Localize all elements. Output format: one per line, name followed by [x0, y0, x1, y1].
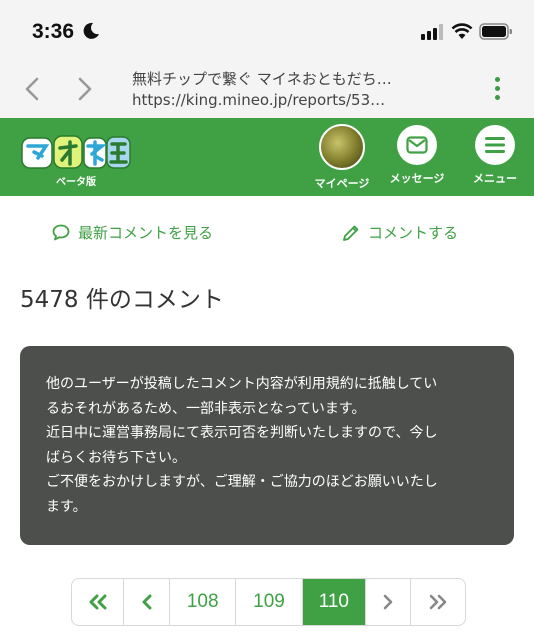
back-arrow-icon[interactable]	[22, 76, 42, 102]
pencil-icon	[343, 225, 359, 241]
browser-url[interactable]: https://king.mineo.jp/reports/53…	[132, 91, 385, 109]
more-options-icon[interactable]	[488, 75, 506, 103]
page-button-108[interactable]: 108	[170, 579, 237, 625]
double-chevron-right-icon	[429, 594, 447, 610]
browser-bar: 無料チップで繋ぐ マイネおともだち… https://king.mineo.jp…	[0, 62, 534, 118]
notice-line: 近日中に運営事務局にて表示可否を判断いたしますので、今し	[46, 425, 438, 441]
previous-page-button[interactable]	[124, 579, 171, 625]
battery-icon	[479, 23, 512, 40]
first-page-button[interactable]	[72, 579, 125, 625]
forward-arrow-icon[interactable]	[75, 76, 95, 102]
pagination: 108 109 110	[71, 578, 466, 626]
mypage-button[interactable]: マイページ	[311, 124, 373, 191]
notice-line: るおそれがあるため、一部非表示となっています。	[46, 400, 366, 417]
wifi-icon	[451, 23, 473, 39]
notice-line: ばらくお待ち下さい。	[46, 449, 186, 466]
notice-line: ご不便をおかけしますが、ご理解・ご協力のほどお願いいたし	[46, 474, 438, 490]
page-button-current[interactable]: 110	[302, 579, 367, 625]
beta-label: ベータ版	[56, 177, 96, 188]
speech-bubble-icon	[52, 224, 70, 241]
comment-count-heading: 5478 件のコメント	[20, 287, 224, 313]
hidden-comment-notice: 他のユーザーが投稿したコメント内容が利用規約に抵触してい るおそれがあるため、一…	[20, 346, 514, 545]
avatar	[319, 124, 365, 170]
cellular-signal-icon	[421, 24, 443, 40]
page-button-109[interactable]: 109	[236, 579, 303, 625]
moon-icon	[83, 22, 99, 39]
latest-comments-link[interactable]: 最新コメントを見る	[52, 222, 213, 243]
write-comment-link[interactable]: コメントする	[342, 222, 458, 243]
status-bar: 3:36	[0, 0, 534, 62]
mypage-label: マイページ	[314, 177, 370, 190]
menu-icon-circle	[475, 125, 515, 165]
mineo-king-logo	[21, 135, 131, 169]
notice-line: ます。	[46, 498, 87, 515]
last-page-button[interactable]	[411, 579, 465, 625]
chevron-right-icon	[383, 594, 393, 610]
browser-page-title[interactable]: 無料チップで繋ぐ マイネおともだち…	[132, 68, 392, 89]
status-time: 3:36	[32, 20, 75, 43]
menu-button[interactable]: メニュー	[465, 124, 525, 186]
envelope-icon	[406, 136, 428, 154]
latest-comments-label: 最新コメントを見る	[78, 224, 214, 242]
chevron-left-icon	[142, 594, 152, 610]
message-icon-circle	[397, 125, 437, 165]
message-button[interactable]: メッセージ	[385, 124, 449, 186]
comment-actions: 最新コメントを見る コメントする	[0, 218, 534, 250]
hamburger-icon	[485, 137, 505, 153]
menu-label: メニュー	[473, 172, 517, 185]
site-header: ベータ版 マイページ メッセージ メニュー	[0, 118, 534, 196]
notice-line: 他のユーザーが投稿したコメント内容が利用規約に抵触してい	[46, 376, 438, 392]
next-page-button[interactable]	[366, 579, 411, 625]
double-chevron-left-icon	[89, 594, 107, 610]
site-logo[interactable]	[20, 132, 132, 176]
message-label: メッセージ	[389, 172, 445, 185]
write-comment-label: コメントする	[368, 224, 459, 242]
